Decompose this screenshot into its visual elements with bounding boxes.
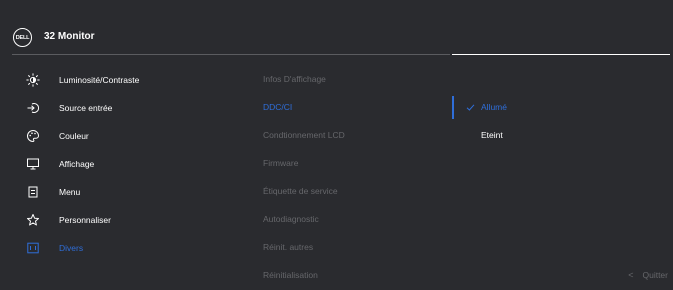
monitor-title: 32 Monitor [44, 31, 95, 42]
quit-button[interactable]: < Quitter [628, 270, 668, 280]
submenu-item-firmware[interactable]: Firmware [263, 158, 298, 168]
others-icon [27, 242, 39, 254]
dell-logo: DELL [13, 28, 32, 47]
menu-item-label: Source entrée [59, 103, 113, 113]
option-on[interactable]: Allumé [466, 102, 507, 112]
menu-item-personalize[interactable]: Personnaliser [26, 212, 111, 228]
menu-item-label: Divers [59, 243, 84, 253]
menu-item-display[interactable]: Affichage [26, 156, 94, 172]
palette-icon [27, 129, 40, 143]
submenu-item-service-tag[interactable]: Étiquette de service [263, 186, 338, 196]
menu-item-label: Menu [59, 187, 81, 197]
chevron-left-icon: < [628, 270, 634, 280]
star-icon [27, 214, 39, 226]
header-divider-highlight [452, 54, 670, 55]
menu-item-menu[interactable]: Menu [26, 184, 80, 200]
dell-logo-text: DELL [15, 34, 30, 41]
menu-item-color[interactable]: Couleur [26, 128, 89, 144]
menu-item-others[interactable]: Divers [26, 240, 83, 256]
option-label: Allumé [481, 102, 507, 112]
submenu-item-ddc-ci[interactable]: DDC/CI [263, 102, 292, 112]
quit-label: Quitter [642, 270, 668, 280]
brightness-icon [26, 73, 40, 87]
header-divider [12, 54, 450, 55]
submenu-item-self-diagnostic[interactable]: Autodiagnostic [263, 214, 319, 224]
submenu-item-factory-reset[interactable]: Réinitialisation [263, 270, 318, 280]
display-icon [27, 158, 39, 170]
menu-item-label: Affichage [59, 159, 95, 169]
checkmark-icon [466, 103, 475, 111]
input-source-icon [27, 103, 39, 113]
submenu-item-display-info[interactable]: Infos D'affichage [263, 74, 326, 84]
submenu-item-reset-others[interactable]: Réinit. autres [263, 242, 313, 252]
menu-item-label: Couleur [59, 131, 89, 141]
menu-item-label: Personnaliser [59, 215, 111, 225]
menu-item-brightness-contrast[interactable]: Luminosité/Contraste [26, 72, 139, 88]
submenu-item-lcd-conditioning[interactable]: Condtionnement LCD [263, 130, 345, 140]
menu-icon [28, 186, 38, 198]
option-selection-marker [452, 96, 454, 119]
osd-window: DELL 32 Monitor Luminosité/Contraste Sou… [0, 0, 673, 290]
option-label: Eteint [481, 130, 503, 140]
menu-item-input-source[interactable]: Source entrée [26, 100, 112, 116]
menu-item-label: Luminosité/Contraste [59, 75, 140, 85]
option-off[interactable]: Eteint [481, 130, 503, 140]
